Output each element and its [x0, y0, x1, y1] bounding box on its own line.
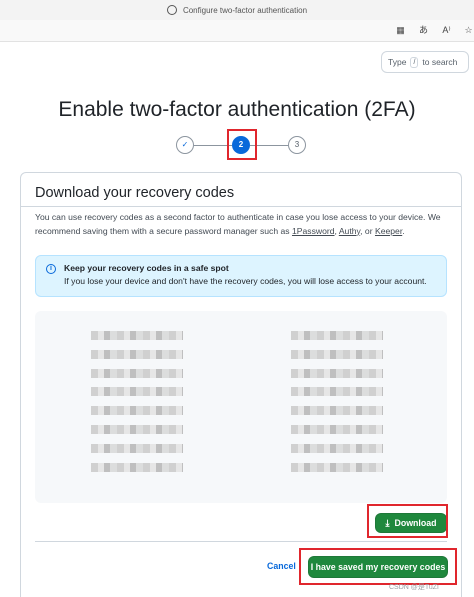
recovery-description: You can use recovery codes as a second f…: [35, 211, 447, 238]
step-1-complete-icon: ✓: [176, 136, 194, 154]
link-1password[interactable]: 1Password: [292, 226, 335, 236]
info-icon: i: [46, 264, 56, 274]
blurred-code: [291, 349, 383, 359]
browser-tab-title[interactable]: Configure two-factor authentication: [183, 6, 307, 15]
annotation-highlight-step: [227, 129, 257, 160]
punct: .: [402, 225, 405, 236]
layout-icon[interactable]: ▦: [395, 25, 406, 36]
favorites-icon[interactable]: ☆: [463, 25, 474, 36]
blurred-code: [291, 443, 383, 453]
recovery-codes-list: [35, 311, 447, 503]
blurred-code: [91, 462, 183, 472]
flash-title: Keep your recovery codes in a safe spot: [64, 263, 229, 273]
blurred-code: [91, 443, 183, 453]
divider: [21, 206, 461, 207]
blurred-code: [291, 406, 383, 416]
cancel-button[interactable]: Cancel: [267, 561, 296, 571]
github-favicon-icon: [166, 5, 177, 15]
blurred-code: [91, 368, 183, 378]
blurred-code: [291, 368, 383, 378]
punct: ,: [334, 225, 337, 236]
search-placeholder-prefix: Type: [388, 57, 407, 67]
blurred-code: [291, 331, 383, 340]
blurred-code: [291, 424, 383, 434]
blurred-code: [91, 349, 183, 359]
page-title: Enable two-factor authentication (2FA): [58, 98, 416, 121]
annotation-highlight-download: [367, 504, 448, 538]
annotation-highlight-saved: [299, 548, 457, 585]
blurred-code: [291, 462, 383, 472]
blurred-code: [91, 406, 183, 416]
browser-tab-bar: Configure two-factor authentication: [0, 0, 474, 20]
info-flash: i Keep your recovery codes in a safe spo…: [35, 255, 447, 297]
blurred-code: [91, 424, 183, 434]
read-aloud-icon[interactable]: A⁾: [441, 25, 452, 36]
or-text: , or: [360, 225, 373, 236]
translate-icon[interactable]: あ: [418, 25, 429, 36]
blurred-code: [291, 387, 383, 397]
divider: [35, 541, 447, 542]
search-shortcut-key: /: [410, 56, 419, 68]
link-authy[interactable]: Authy: [339, 226, 360, 236]
search-placeholder-suffix: to search: [422, 57, 458, 67]
step-3: 3: [288, 136, 306, 154]
blurred-code: [91, 331, 183, 340]
codes-column-left: [91, 331, 183, 481]
search-input[interactable]: Type / to search: [381, 51, 469, 73]
link-keeper[interactable]: Keeper: [375, 226, 402, 236]
flash-body: If you lose your device and don't have t…: [64, 276, 427, 286]
watermark-text: CSDN @是TuZi: [389, 584, 439, 591]
browser-toolbar: ▦ あ A⁾ ☆: [0, 20, 474, 42]
card-title: Download your recovery codes: [35, 185, 235, 201]
codes-column-right: [291, 331, 383, 481]
blurred-code: [91, 387, 183, 397]
